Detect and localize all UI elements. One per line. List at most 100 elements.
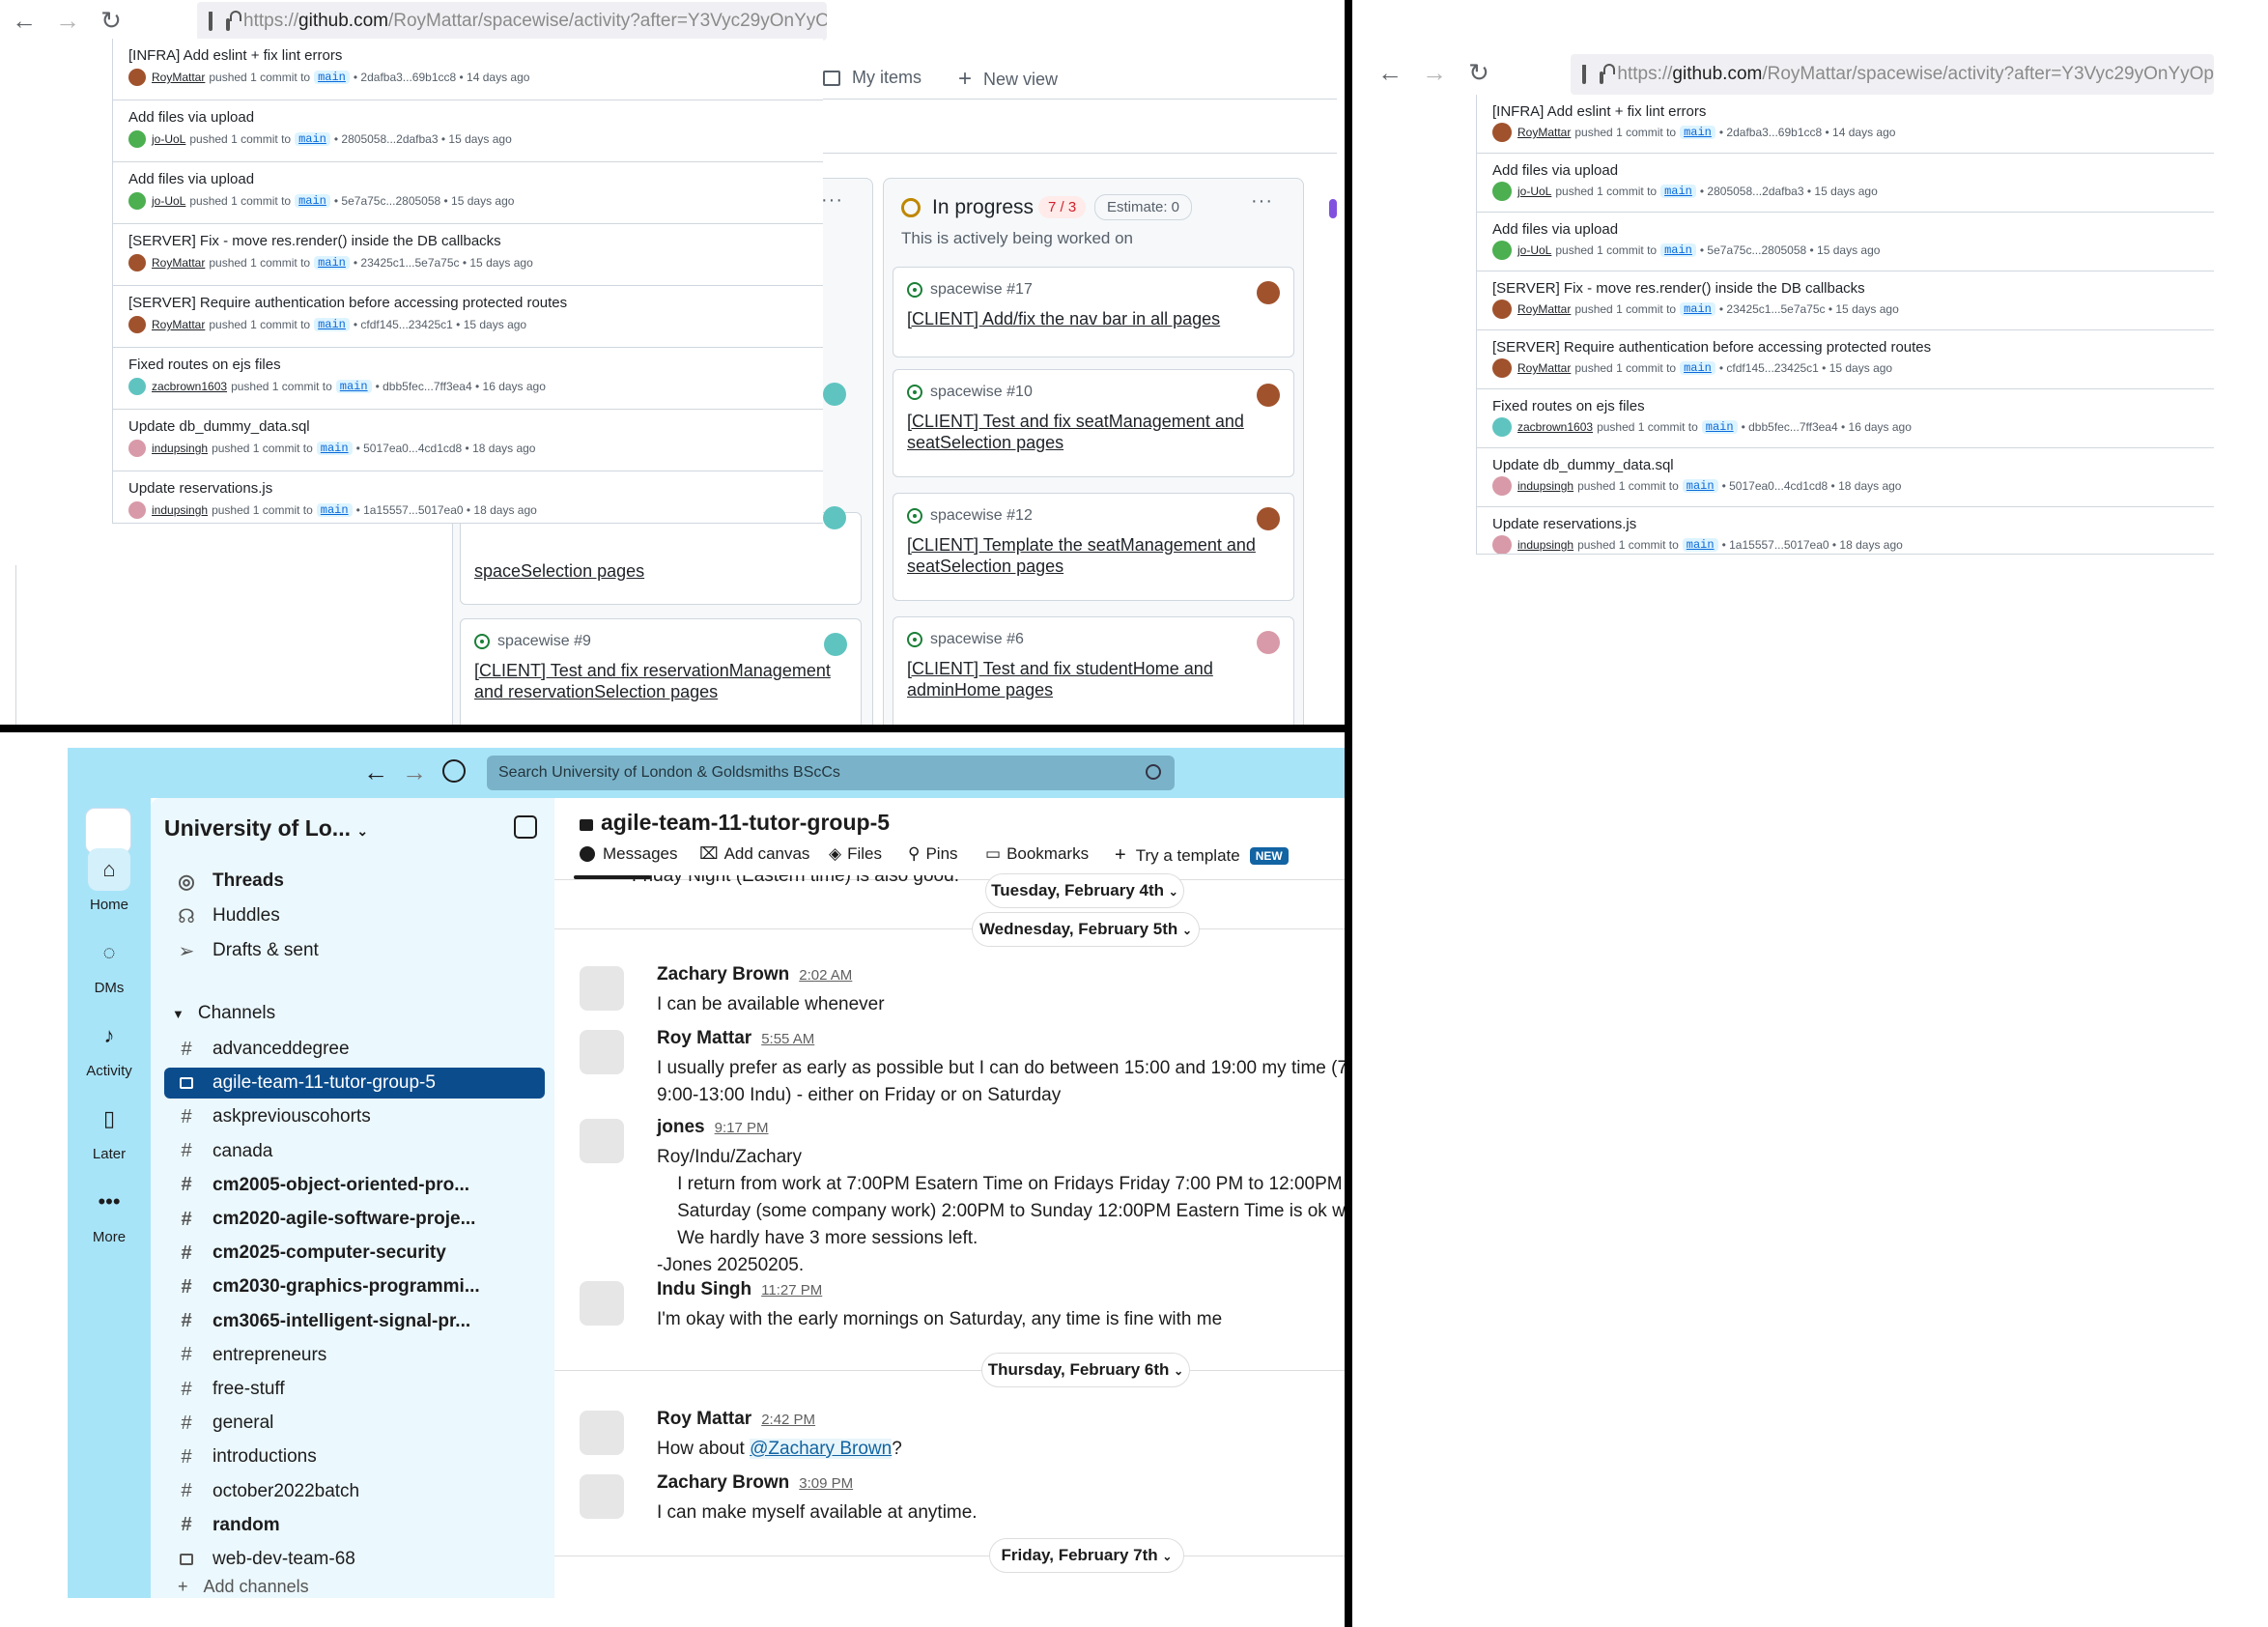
channel-item[interactable]: # cm2025-computer-security [164,1238,545,1269]
nav-huddles[interactable]: ☊ Huddles [164,900,545,931]
message[interactable]: Roy Mattar 2:42 PM How about @Zachary Bro… [580,1409,1345,1467]
channel-item[interactable]: # random [164,1510,545,1541]
card-title[interactable]: [CLIENT] Add/fix the nav bar in all page… [907,308,1280,329]
commit-title[interactable]: Update reservations.js [1492,516,1636,532]
tab-pins[interactable]: ⚲ Pins [908,844,958,864]
card-in-progress-1[interactable]: spacewise #17 [CLIENT] Add/fix the nav b… [893,267,1294,357]
commit-user[interactable]: RoyMattar [152,256,205,270]
commit-item[interactable]: [INFRA] Add eslint + fix lint errors RoyM… [113,39,823,100]
reload-icon[interactable]: ↻ [1464,58,1493,87]
channel-item[interactable]: # october2022batch [164,1476,545,1507]
commit-title[interactable]: Add files via upload [1492,162,1618,179]
branch-label[interactable]: main [314,318,350,331]
channel-item[interactable]: # general [164,1408,545,1439]
commit-user[interactable]: RoyMattar [152,71,205,84]
commit-title[interactable]: [INFRA] Add eslint + fix lint errors [128,47,342,64]
search-input[interactable]: Search University of London & Goldsmiths… [487,756,1175,790]
back-arrow-icon[interactable]: ← [1375,58,1404,87]
commit-title[interactable]: Fixed routes on ejs files [128,357,281,373]
rail-dms[interactable]: ◌ DMs [68,931,151,996]
commit-item[interactable]: Fixed routes on ejs files zacbrown1603 pus… [113,348,823,410]
nav-threads[interactable]: ◎ Threads [164,866,545,897]
reload-icon[interactable]: ↻ [97,6,126,35]
commit-item[interactable]: [SERVER] Fix - move res.render() inside … [113,224,823,286]
commit-user[interactable]: RoyMattar [1517,126,1571,139]
card-left-2[interactable]: spacewise #9 [CLIENT] Test and fix reser… [460,618,862,725]
message-author[interactable]: Zachary Brown 3:09 PM [657,1472,853,1494]
commit-user[interactable]: jo-UoL [1517,243,1551,257]
workspace-name[interactable]: University of Lo... ⌄ [164,815,368,842]
commit-title[interactable]: [SERVER] Fix - move res.render() inside … [128,233,501,249]
commit-user[interactable]: zacbrown1603 [152,380,227,393]
day-divider-wed[interactable]: Wednesday, February 5th ⌄ [972,912,1200,947]
commit-user[interactable]: zacbrown1603 [1517,420,1593,434]
branch-label[interactable]: main [1682,479,1718,493]
back-arrow-icon[interactable]: ← [363,757,388,787]
commit-item[interactable]: Update reservations.js indupsingh pushed 1… [1477,507,2214,554]
commit-title[interactable]: [SERVER] Fix - move res.render() inside … [1492,280,1865,297]
commit-item[interactable]: [SERVER] Require authentication before a… [113,286,823,348]
back-arrow-icon[interactable]: ← [10,6,39,35]
commit-user[interactable]: RoyMattar [1517,361,1571,375]
branch-label[interactable]: main [314,71,350,84]
commit-user[interactable]: RoyMattar [152,318,205,331]
commit-item[interactable]: Add files via upload jo-UoL pushed 1 commi… [113,100,823,162]
commit-item[interactable]: [INFRA] Add eslint + fix lint errors RoyM… [1477,95,2214,154]
card-in-progress-4[interactable]: spacewise #6 [CLIENT] Test and fix stude… [893,616,1294,725]
channel-item[interactable]: web-dev-team-68 [164,1544,545,1575]
commit-title[interactable]: [SERVER] Require authentication before a… [1492,339,1931,356]
rail-more[interactable]: ••• More [68,1181,151,1245]
message-author[interactable]: Roy Mattar 2:42 PM [657,1409,815,1430]
branch-label[interactable]: main [1660,185,1696,198]
nav-drafts-sent[interactable]: ➢ Drafts & sent [164,935,545,966]
forward-arrow-icon[interactable]: → [53,6,82,35]
channel-title[interactable]: agile-team-11-tutor-group-5 [580,810,890,836]
view-my-items[interactable]: My items [823,68,921,88]
tab-template[interactable]: + Try a template NEW [1115,844,1289,867]
rail-home[interactable]: ⌂ Home [68,848,151,913]
card-in-progress-2[interactable]: spacewise #10 [CLIENT] Test and fix seat… [893,369,1294,477]
commit-item[interactable]: [SERVER] Fix - move res.render() inside … [1477,271,2214,330]
commit-item[interactable]: Add files via upload jo-UoL pushed 1 commi… [113,162,823,224]
card-title[interactable]: spaceSelection pages [474,561,644,582]
message[interactable]: jones 9:17 PM Roy/Indu/Zachary I return f… [580,1117,1345,1275]
tab-bookmarks[interactable]: ▭ Bookmarks [985,844,1089,864]
channel-item[interactable]: # cm3065-intelligent-signal-pr... [164,1306,545,1337]
commit-item[interactable]: Fixed routes on ejs files zacbrown1603 pus… [1477,389,2214,448]
commit-title[interactable]: Update db_dummy_data.sql [128,418,310,435]
tab-canvas[interactable]: ⌧ Add canvas [699,844,809,864]
commit-user[interactable]: indupsingh [1517,538,1573,552]
url-bar[interactable]: https://github.com/RoyMattar/spacewise/a… [197,2,827,41]
card-in-progress-3[interactable]: spacewise #12 [CLIENT] Template the seat… [893,493,1294,601]
card-title[interactable]: [CLIENT] Test and fix seatManagement and… [907,411,1280,453]
commit-user[interactable]: indupsingh [152,442,208,455]
commit-title[interactable]: Add files via upload [128,109,254,126]
commit-title[interactable]: Update db_dummy_data.sql [1492,457,1674,473]
card-title[interactable]: [CLIENT] Template the seatManagement and… [907,534,1280,577]
commit-user[interactable]: jo-UoL [152,132,185,146]
tab-messages[interactable]: Messages [580,844,677,864]
commit-title[interactable]: [INFRA] Add eslint + fix lint errors [1492,103,1706,120]
add-channels-button[interactable]: + Add channels [178,1577,309,1597]
channel-item[interactable]: # cm2030-graphics-programmi... [164,1271,545,1302]
card-title[interactable]: [CLIENT] Test and fix reservationManagem… [474,660,847,702]
branch-label[interactable]: main [1680,302,1715,316]
branch-label[interactable]: main [1660,243,1696,257]
commit-item[interactable]: Add files via upload jo-UoL pushed 1 commi… [1477,154,2214,213]
channel-item[interactable]: # advanceddegree [164,1034,545,1065]
message[interactable]: Roy Mattar 5:55 AM I usually prefer as ea… [580,1028,1345,1111]
commit-title[interactable]: Add files via upload [128,171,254,187]
branch-label[interactable]: main [295,132,330,146]
channel-item[interactable]: # askpreviouscohorts [164,1101,545,1132]
commit-item[interactable]: Update reservations.js indupsingh pushed 1… [113,471,823,523]
branch-label[interactable]: main [1701,420,1738,434]
message[interactable]: Indu Singh 11:27 PM I'm okay with the ear… [580,1279,1345,1337]
commit-user[interactable]: jo-UoL [1517,185,1551,198]
commit-user[interactable]: indupsingh [152,503,208,517]
view-new[interactable]: + New view [958,66,1058,93]
branch-label[interactable]: main [1680,126,1715,139]
message-author[interactable]: Indu Singh 11:27 PM [657,1279,822,1300]
commit-item[interactable]: Add files via upload jo-UoL pushed 1 commi… [1477,213,2214,271]
day-divider-fri[interactable]: Friday, February 7th ⌄ [989,1538,1184,1573]
commit-title[interactable]: [SERVER] Require authentication before a… [128,295,567,311]
